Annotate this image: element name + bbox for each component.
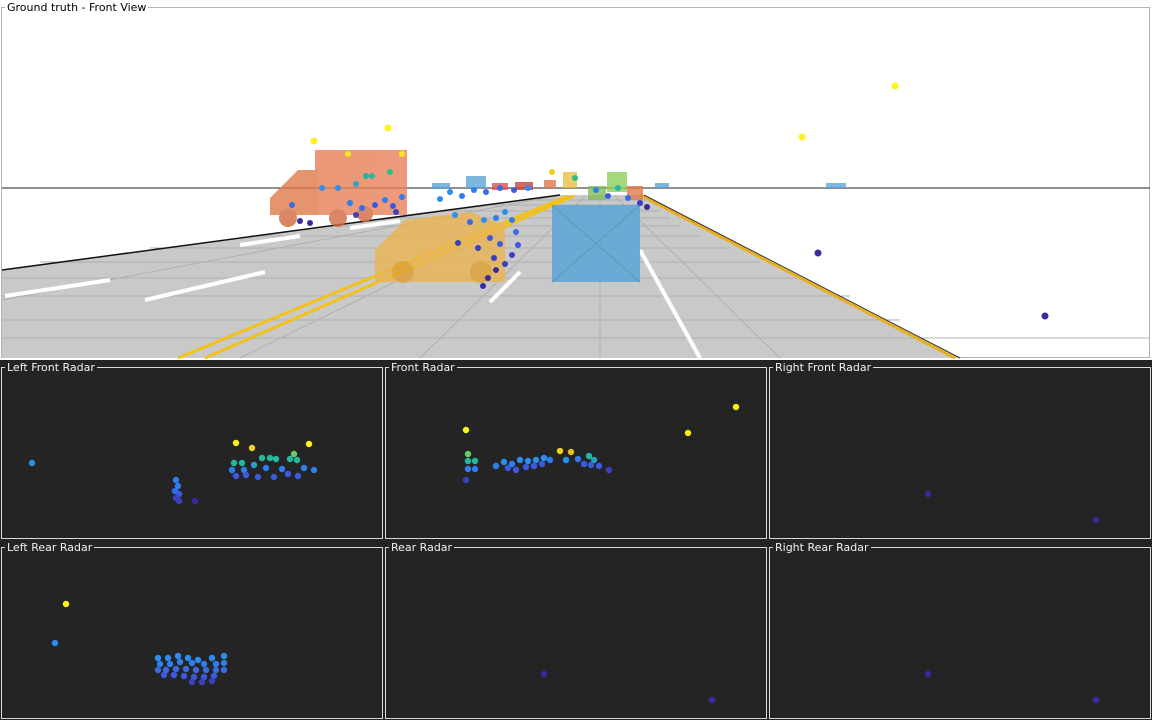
right-front-radar-plot xyxy=(924,490,1100,524)
front-view-panel[interactable]: Ground truth - Front View xyxy=(0,0,1152,360)
vehicle-blue-box xyxy=(551,204,641,283)
front-radar-plot xyxy=(462,403,740,484)
rear-radar-plot xyxy=(540,670,716,704)
right-front-radar-title: Right Front Radar xyxy=(773,361,874,374)
right-front-radar-panel[interactable]: Right Front Radar xyxy=(768,360,1152,540)
rear-radar-panel[interactable]: Rear Radar xyxy=(384,540,768,720)
front-radar-panel[interactable]: Front Radar xyxy=(384,360,768,540)
left-front-radar-title: Left Front Radar xyxy=(5,361,97,374)
distant-vehicles xyxy=(432,172,846,200)
left-front-radar-panel[interactable]: Left Front Radar xyxy=(0,360,384,540)
front-view-scene xyxy=(1,82,1150,360)
left-rear-radar-plot xyxy=(51,600,228,686)
left-rear-radar-title: Left Rear Radar xyxy=(5,541,95,554)
rear-radar-title: Rear Radar xyxy=(389,541,455,554)
left-rear-radar-panel[interactable]: Left Rear Radar xyxy=(0,540,384,720)
front-radar-title: Front Radar xyxy=(389,361,457,374)
right-rear-radar-title: Right Rear Radar xyxy=(773,541,871,554)
left-rear-cluster xyxy=(154,652,228,686)
left-front-radar-plot xyxy=(28,439,318,505)
right-rear-radar-plot xyxy=(924,670,1100,704)
right-rear-radar-panel[interactable]: Right Rear Radar xyxy=(768,540,1152,720)
front-view-title: Ground truth - Front View xyxy=(5,1,149,14)
